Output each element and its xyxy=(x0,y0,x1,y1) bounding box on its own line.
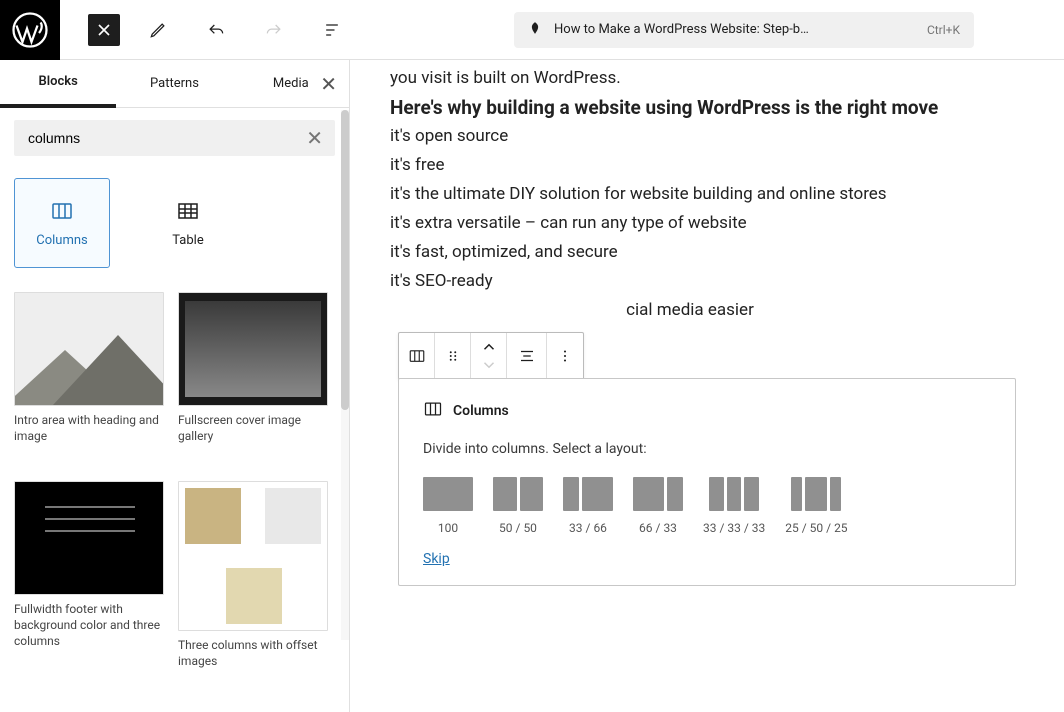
pattern-intro[interactable]: Intro area with heading and image xyxy=(14,292,164,469)
layout-option-label: 66 / 33 xyxy=(639,521,677,535)
pattern-three[interactable]: Three columns with offset images xyxy=(178,481,328,694)
redo-button[interactable] xyxy=(254,10,294,50)
block-toolbar xyxy=(398,332,584,380)
pattern-results: Intro area with heading and image Fullsc… xyxy=(0,274,349,712)
sidebar-scrollbar[interactable] xyxy=(341,110,349,640)
pattern-cover-caption: Fullscreen cover image gallery xyxy=(178,413,301,443)
keyboard-shortcut: Ctrl+K xyxy=(927,23,960,37)
pattern-cover-thumb xyxy=(178,292,328,406)
block-results: Columns Table xyxy=(0,160,349,274)
para-intro[interactable]: you visit is built on WordPress. xyxy=(390,64,1024,93)
search-input-container: ✕ xyxy=(14,120,335,156)
pattern-three-caption: Three columns with offset images xyxy=(178,638,318,668)
inserter-sidebar: Blocks Patterns Media ✕ ✕ Columns Table xyxy=(0,60,350,712)
toolbar-move-buttons[interactable] xyxy=(471,333,507,379)
layout-option-5[interactable]: 25 / 50 / 25 xyxy=(785,477,847,535)
document-title-bar[interactable]: How to Make a WordPress Website: Step-b…… xyxy=(514,12,974,48)
pattern-footer-thumb xyxy=(14,481,164,595)
block-columns-label: Columns xyxy=(36,233,88,248)
app-header: How to Make a WordPress Website: Step-b…… xyxy=(0,0,1064,60)
layout-option-label: 25 / 50 / 25 xyxy=(785,521,847,535)
leaf-icon xyxy=(528,21,542,39)
layout-option-2[interactable]: 33 / 66 xyxy=(563,477,613,535)
inserter-tabs: Blocks Patterns Media ✕ xyxy=(0,60,349,108)
layout-option-3[interactable]: 66 / 33 xyxy=(633,477,683,535)
li-1[interactable]: it's free xyxy=(390,151,1024,180)
li-4[interactable]: it's fast, optimized, and secure xyxy=(390,238,1024,267)
pattern-cover[interactable]: Fullscreen cover image gallery xyxy=(178,292,328,469)
columns-layouts: 100 50 / 50 33 / 66 66 / 33 33 / 33 / 33 25 /… xyxy=(423,477,991,535)
pattern-intro-thumb xyxy=(14,292,164,406)
columns-skip-link[interactable]: Skip xyxy=(423,551,991,567)
layout-option-4[interactable]: 33 / 33 / 33 xyxy=(703,477,765,535)
tab-patterns[interactable]: Patterns xyxy=(116,60,232,108)
search-input[interactable] xyxy=(26,129,306,147)
li-3[interactable]: it's extra versatile – can run any type … xyxy=(390,209,1024,238)
toolbar-blocktype-button[interactable] xyxy=(399,333,435,379)
tab-blocks[interactable]: Blocks xyxy=(0,60,116,108)
clear-search-icon[interactable]: ✕ xyxy=(306,126,323,150)
layout-option-label: 33 / 66 xyxy=(569,521,607,535)
columns-placeholder: Columns Divide into columns. Select a la… xyxy=(398,378,1016,586)
document-overview-button[interactable] xyxy=(312,10,352,50)
close-icon[interactable]: ✕ xyxy=(320,72,337,96)
layout-option-1[interactable]: 50 / 50 xyxy=(493,477,543,535)
layout-option-label: 100 xyxy=(438,521,458,535)
wordpress-logo[interactable] xyxy=(0,0,60,60)
block-columns[interactable]: Columns xyxy=(14,178,110,268)
toolbar-drag-handle[interactable] xyxy=(435,333,471,379)
columns-description: Divide into columns. Select a layout: xyxy=(423,441,991,457)
li-5[interactable]: it's SEO-ready xyxy=(390,267,1024,296)
layout-option-label: 50 / 50 xyxy=(499,521,537,535)
layout-option-label: 33 / 33 / 33 xyxy=(703,521,765,535)
close-inserter-button[interactable] xyxy=(88,14,120,46)
li-0[interactable]: it's open source xyxy=(390,122,1024,151)
pattern-intro-caption: Intro area with heading and image xyxy=(14,413,159,443)
document-title: How to Make a WordPress Website: Step-b… xyxy=(554,22,809,37)
pattern-three-thumb xyxy=(178,481,328,631)
li-6[interactable]: cial media easier xyxy=(390,296,1024,325)
columns-icon xyxy=(423,399,443,423)
pattern-footer-caption: Fullwidth footer with background color a… xyxy=(14,602,160,648)
edit-icon[interactable] xyxy=(138,10,178,50)
block-table[interactable]: Table xyxy=(140,178,236,268)
columns-title: Columns xyxy=(453,403,509,419)
li-2[interactable]: it's the ultimate DIY solution for websi… xyxy=(390,180,1024,209)
pattern-footer[interactable]: Fullwidth footer with background color a… xyxy=(14,481,164,694)
heading-why[interactable]: Here's why building a website using Word… xyxy=(390,93,1024,122)
toolbar-align-button[interactable] xyxy=(507,333,547,379)
toolbar-more-button[interactable] xyxy=(547,333,583,379)
undo-button[interactable] xyxy=(196,10,236,50)
block-table-label: Table xyxy=(172,233,203,248)
layout-option-0[interactable]: 100 xyxy=(423,477,473,535)
